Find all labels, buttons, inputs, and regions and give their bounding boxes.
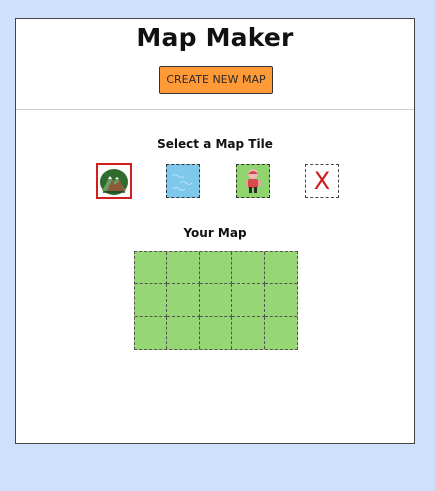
- map-cell-1-5[interactable]: [264, 252, 297, 285]
- map-cell-1-4[interactable]: [232, 252, 265, 285]
- create-new-map-button[interactable]: CREATE NEW MAP: [159, 66, 273, 94]
- x-icon: X: [313, 167, 331, 195]
- map-cell-1-3[interactable]: [199, 252, 233, 285]
- tile-option-mountain[interactable]: [96, 163, 132, 199]
- map-label: Your Map: [183, 226, 247, 240]
- tile-option-water[interactable]: [166, 164, 200, 198]
- map-cell-2-3[interactable]: [199, 284, 233, 317]
- map-cell-1-1[interactable]: [135, 252, 168, 285]
- map-cell-2-4[interactable]: [232, 284, 265, 317]
- tile-option-player[interactable]: [236, 164, 270, 198]
- app-panel: Map Maker CREATE NEW MAP Select a Map Ti…: [15, 18, 415, 444]
- player-icon: [238, 166, 268, 196]
- tile-option-delete[interactable]: X: [305, 164, 339, 198]
- map-cell-3-2[interactable]: [167, 316, 200, 349]
- map-cell-3-1[interactable]: [135, 316, 168, 349]
- map-cell-1-2[interactable]: [167, 252, 200, 285]
- map-cell-3-3[interactable]: [200, 316, 233, 349]
- section-divider: [16, 109, 414, 110]
- map-cell-2-2[interactable]: [167, 284, 200, 317]
- mountain-icon: [99, 166, 129, 196]
- page-title: Map Maker: [136, 23, 294, 52]
- tile-picker-label: Select a Map Tile: [157, 137, 273, 151]
- map-grid: [134, 251, 298, 350]
- water-icon: [168, 166, 198, 196]
- map-cell-3-5[interactable]: [265, 317, 297, 349]
- map-cell-2-5[interactable]: [264, 284, 297, 317]
- map-cell-3-4[interactable]: [232, 316, 265, 349]
- page: Map Maker CREATE NEW MAP Select a Map Ti…: [0, 0, 435, 491]
- map-cell-2-1[interactable]: [135, 284, 168, 317]
